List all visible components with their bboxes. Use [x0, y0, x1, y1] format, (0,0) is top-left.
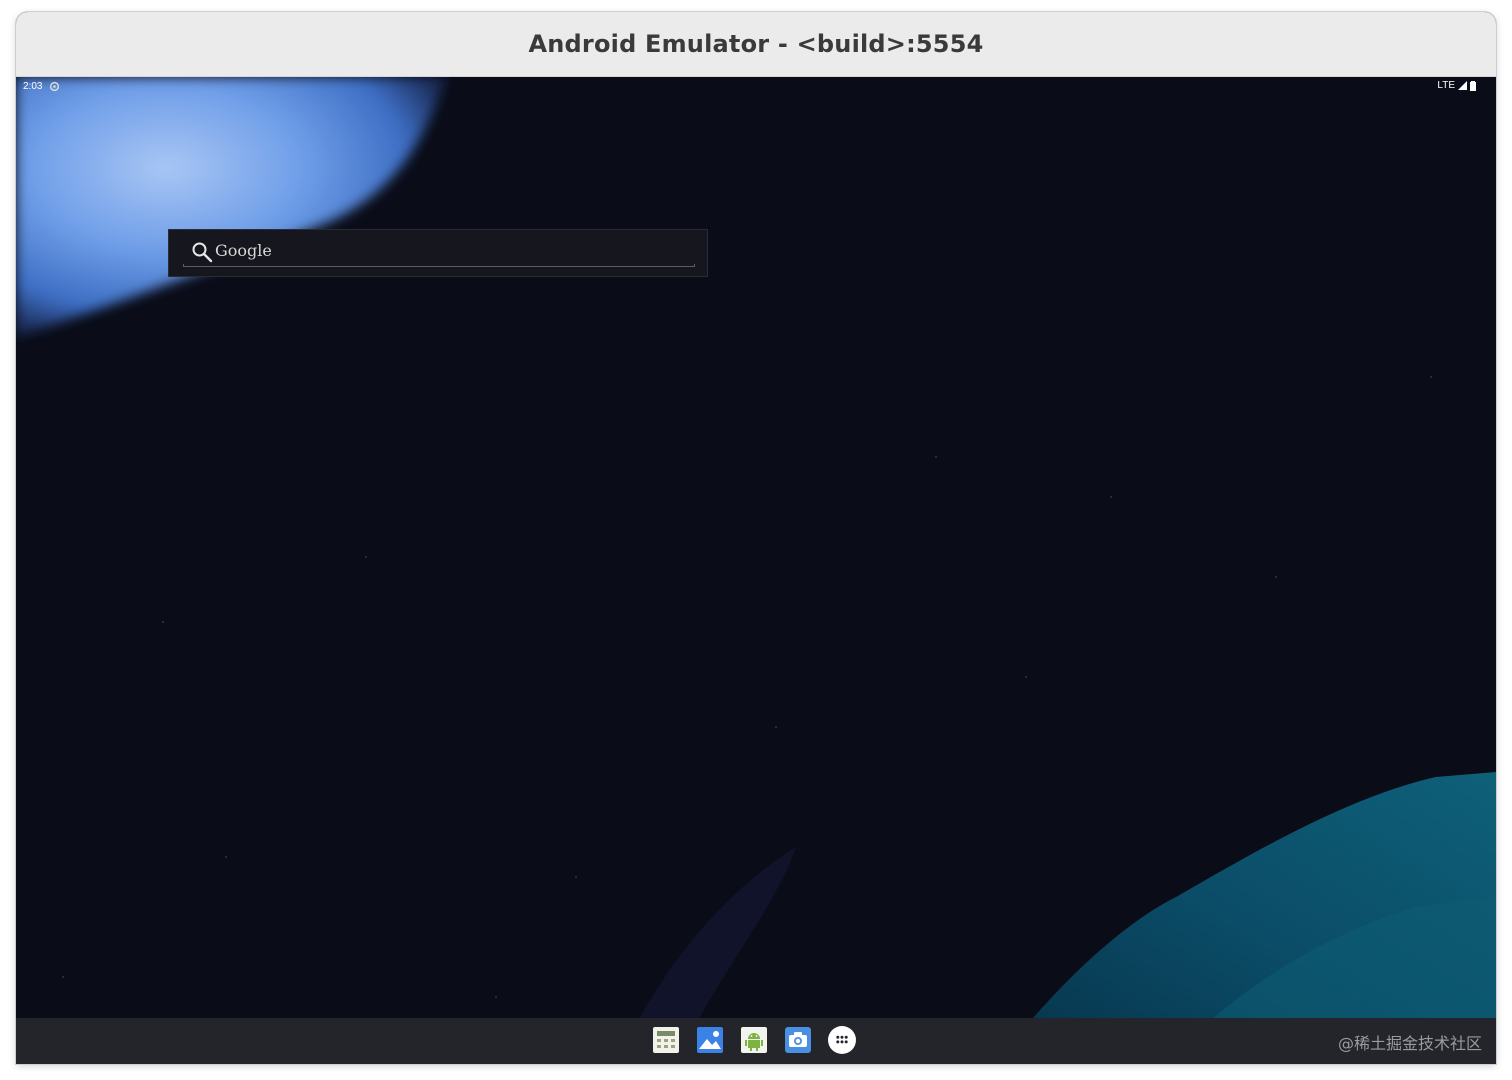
wallpaper [16, 77, 1496, 1064]
device-screen[interactable]: 2:03 LTE Google @稀土掘金技术社区 [16, 77, 1496, 1064]
network-type-label: LTE [1437, 80, 1455, 91]
battery-icon [1470, 80, 1476, 91]
signal-icon [1458, 81, 1467, 90]
google-search-widget[interactable]: Google [168, 229, 708, 277]
gear-icon [49, 81, 60, 92]
taskbar: @稀土掘金技术社区 [16, 1018, 1496, 1064]
window-title: Android Emulator - <build>:5554 [528, 30, 984, 58]
camera-app-icon[interactable] [784, 1026, 812, 1054]
status-indicators: LTE [1437, 80, 1476, 91]
dock [652, 1026, 856, 1054]
search-icon [192, 242, 213, 263]
calculator-app-icon[interactable] [652, 1026, 680, 1054]
gallery-app-icon[interactable] [696, 1026, 724, 1054]
emulator-window: Android Emulator - <build>:5554 2:03 LTE… [16, 12, 1496, 1064]
status-bar[interactable]: 2:03 LTE [16, 77, 1496, 97]
search-label: Google [215, 241, 272, 260]
status-time: 2:03 [23, 81, 43, 92]
app-drawer-icon[interactable] [828, 1026, 856, 1054]
search-underline [183, 264, 695, 267]
watermark-text: @稀土掘金技术社区 [1337, 1034, 1482, 1053]
window-titlebar[interactable]: Android Emulator - <build>:5554 [16, 12, 1496, 77]
android-app-icon[interactable] [740, 1026, 768, 1054]
